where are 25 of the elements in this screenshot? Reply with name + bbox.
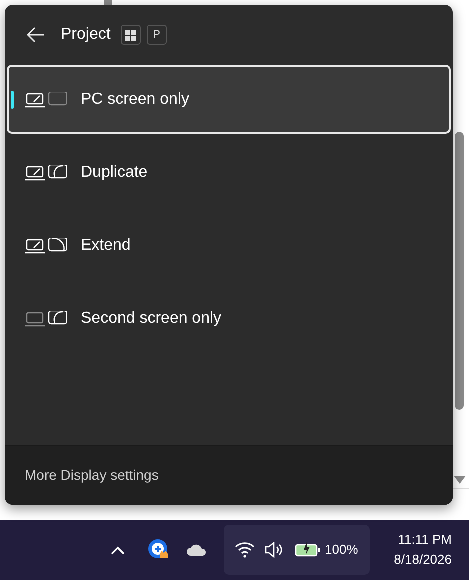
projection-option[interactable]: Second screen only: [7, 284, 451, 353]
battery-icon: [295, 542, 321, 558]
extend-screens-icon: [25, 238, 67, 254]
volume-icon: [265, 542, 285, 558]
scroll-down-icon[interactable]: [454, 476, 466, 485]
sync-app-icon[interactable]: [148, 539, 170, 561]
more-display-settings-link[interactable]: More Display settings: [25, 465, 159, 486]
second-screen-icon: [25, 310, 67, 326]
clock[interactable]: 11:11 PM 8/18/2026: [382, 530, 452, 570]
letter-key: P: [146, 25, 167, 45]
back-arrow-icon[interactable]: [27, 27, 45, 43]
wifi-icon: [235, 542, 255, 558]
battery-percentage: 100%: [325, 541, 358, 560]
chevron-up-icon[interactable]: [111, 546, 125, 554]
windows-key-icon: [120, 25, 141, 45]
system-tray-group[interactable]: 100%: [224, 525, 370, 575]
projection-option[interactable]: Duplicate: [7, 138, 451, 207]
projection-option[interactable]: Extend: [7, 211, 451, 280]
date-text: 8/18/2026: [394, 551, 452, 569]
duplicate-screens-icon: [25, 164, 67, 180]
panel-title: Project: [61, 25, 111, 45]
laptop-screen-icon: [25, 92, 67, 108]
cloud-icon[interactable]: [186, 543, 208, 557]
projection-option[interactable]: PC screen only: [7, 65, 451, 134]
time-text: 11:11 PM: [398, 531, 452, 549]
